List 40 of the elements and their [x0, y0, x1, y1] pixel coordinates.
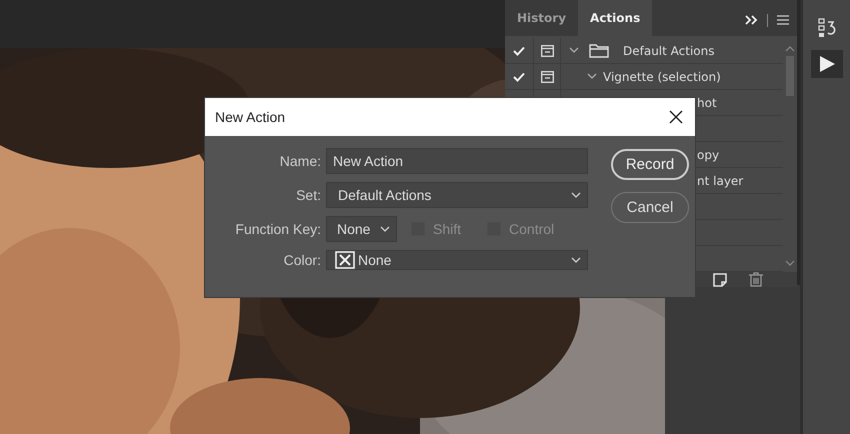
menu-icon[interactable]	[777, 15, 789, 25]
checkmark-icon[interactable]	[513, 72, 525, 82]
actions-button[interactable]	[810, 50, 842, 78]
name-field[interactable]: New Action	[326, 148, 588, 174]
panel-tab[interactable]: Actions	[578, 0, 652, 36]
function-key-dropdown[interactable]: None	[326, 216, 397, 242]
action-label[interactable]: hot	[697, 96, 717, 110]
folder-icon	[589, 43, 609, 58]
dialog-button[interactable]: Record	[611, 149, 689, 180]
play-icon	[818, 55, 836, 73]
field-label: Function Key:	[234, 221, 321, 237]
caret-icon	[380, 226, 390, 232]
action-label[interactable]: opy	[697, 148, 720, 162]
chevron-icon[interactable]	[569, 47, 579, 54]
caret-icon	[571, 192, 581, 198]
history-icon[interactable]	[818, 18, 836, 38]
trash-icon[interactable]	[749, 272, 763, 287]
scroll-down-icon[interactable]	[785, 260, 795, 266]
dialog-button[interactable]: Cancel	[611, 192, 689, 223]
no-color-icon	[335, 251, 355, 269]
dialog-icon[interactable]	[540, 44, 554, 56]
action-label[interactable]: Default Actions	[623, 44, 714, 58]
checkbox-label: Control	[509, 221, 554, 237]
collapse-icon[interactable]	[745, 15, 758, 25]
new-action-icon[interactable]	[713, 272, 727, 286]
scroll-up-icon[interactable]	[785, 46, 795, 52]
action-label[interactable]: nt layer	[697, 174, 744, 188]
color-dropdown[interactable]: None	[326, 250, 588, 270]
field-label: Set:	[295, 187, 321, 203]
close-icon[interactable]	[669, 110, 683, 124]
caret-icon	[571, 257, 581, 263]
action-label[interactable]: Vignette (selection)	[603, 70, 721, 84]
chevron-icon[interactable]	[587, 73, 597, 80]
checkmark-icon[interactable]	[513, 46, 525, 56]
dialog-title: New Action	[215, 109, 286, 125]
field-label: Color:	[282, 252, 321, 268]
field-label: Name:	[278, 153, 321, 169]
dialog-icon[interactable]	[540, 70, 554, 82]
checkbox-label: Shift	[433, 221, 462, 237]
set-dropdown[interactable]: Default Actions	[326, 182, 588, 208]
